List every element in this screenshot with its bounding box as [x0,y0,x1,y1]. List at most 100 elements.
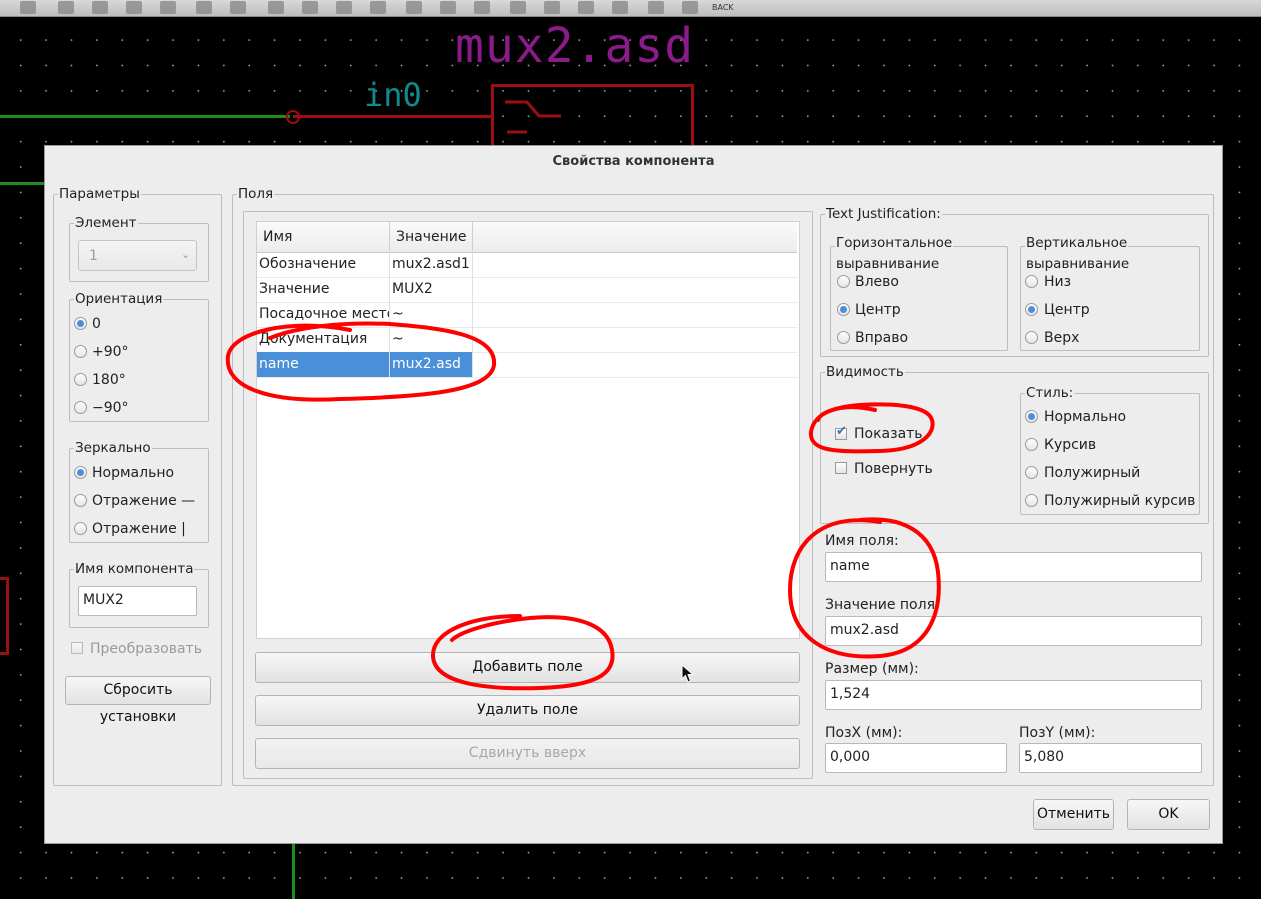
rotate-checkbox[interactable] [835,462,847,474]
orientation-90-label: +90° [92,344,129,360]
redo-icon[interactable] [160,1,176,14]
field-name-cell: Документация [257,327,390,352]
style-bold-italic-radio[interactable] [1025,494,1038,507]
halign-right-label: Вправо [855,330,909,346]
valign-top-label: Верх [1044,330,1080,346]
fields-group-title: Поля [237,186,275,202]
open-icon[interactable] [92,1,108,14]
style-bold-radio[interactable] [1025,466,1038,479]
chevron-down-icon: ⌄ [181,248,191,261]
table-row[interactable]: Обозначение mux2.asd1 [257,252,797,278]
style-group: Стиль: Нормально Курсив Полужирный Полуж… [1020,385,1200,515]
orientation-minus90-radio[interactable] [74,401,87,414]
size-input[interactable]: 1,524 [825,680,1202,710]
style-bold-italic-label: Полужирный курсив [1044,493,1196,509]
posy-input[interactable]: 5,080 [1019,743,1202,773]
mirror-horizontal-radio[interactable] [74,494,87,507]
table-row[interactable]: Документация ~ [257,327,797,353]
mirror-horizontal-label: Отражение — [92,493,196,509]
column-header-value[interactable]: Значение [390,222,473,252]
style-italic-radio[interactable] [1025,438,1038,451]
visibility-group-title: Видимость [825,364,905,380]
table-row-selected[interactable]: name mux2.asd [257,352,797,378]
undo-icon[interactable] [20,1,36,14]
valign-bottom-radio[interactable] [1025,275,1038,288]
halign-right-radio[interactable] [837,331,850,344]
orientation-0-label: 0 [92,316,101,332]
print-icon[interactable] [196,1,212,14]
field-value-cell: ~ [390,302,473,327]
mirror-normal-radio[interactable] [74,466,87,479]
pcb-icon[interactable] [544,1,560,14]
field-value-cell: mux2.asd1 [390,252,473,277]
partial-component[interactable] [0,577,9,655]
valign-center-label: Центр [1044,302,1090,318]
halign-center-radio[interactable] [837,303,850,316]
annotate-icon[interactable] [406,1,422,14]
back-label[interactable]: BACK [712,3,734,12]
zoom-in-icon[interactable] [268,1,284,14]
erc-icon[interactable] [440,1,456,14]
main-toolbar: BACK [0,0,1261,17]
field-value-input[interactable]: mux2.asd [825,616,1202,646]
new-icon[interactable] [58,1,74,14]
move-up-button[interactable]: Сдвинуть вверх [255,738,800,769]
field-name-cell: Обозначение [257,252,390,277]
orientation-group: Ориентация 0 +90° 180° −90° [69,291,209,422]
pin-line [293,115,493,118]
field-name-input[interactable]: name [825,552,1202,582]
column-header-name[interactable]: Имя [257,222,390,252]
add-field-button[interactable]: Добавить поле [255,652,800,683]
cvpcb-icon[interactable] [510,1,526,14]
posx-input[interactable]: 0,000 [825,743,1007,773]
orientation-90-radio[interactable] [74,345,87,358]
wire[interactable] [0,182,44,185]
style-normal-label: Нормально [1044,409,1127,425]
valign-center-radio[interactable] [1025,303,1038,316]
show-checkbox[interactable] [835,424,847,440]
component-body-right [691,84,694,146]
mirror-vertical-label: Отражение | [92,521,186,537]
fields-table[interactable]: Имя Значение Обозначение mux2.asd1 Значе… [256,221,800,639]
library-icon[interactable] [612,1,628,14]
ok-button[interactable]: OK [1127,799,1210,830]
pin-label[interactable]: in0 [364,76,422,114]
unit-select[interactable]: 1 ⌄ [78,240,197,271]
edit-field-icon[interactable] [682,1,698,14]
justification-group-title: Text Justification: [825,206,942,222]
delete-field-button[interactable]: Удалить поле [255,695,800,726]
zoom-out-icon[interactable] [302,1,318,14]
component-body[interactable] [491,84,494,146]
mirror-group-title: Зеркально [74,440,152,456]
table-row[interactable]: Посадочное место ~ [257,302,797,328]
wire[interactable] [0,115,290,118]
orientation-minus90-label: −90° [92,400,129,416]
netlist-icon[interactable] [370,1,386,14]
reset-button[interactable]: Сбросить установки [65,676,211,725]
orientation-180-radio[interactable] [74,373,87,386]
component-title[interactable]: mux2.asd [455,18,694,74]
module-icon[interactable] [648,1,664,14]
style-normal-radio[interactable] [1025,410,1038,423]
bom-icon[interactable] [474,1,490,14]
mirror-vertical-radio[interactable] [74,522,87,535]
style-bold-label: Полужирный [1044,465,1141,481]
save-icon[interactable] [126,1,142,14]
orientation-0-radio[interactable] [74,317,87,330]
component-name-input[interactable]: MUX2 [78,586,197,616]
wire[interactable] [292,842,295,899]
valign-top-radio[interactable] [1025,331,1038,344]
convert-label: Преобразовать [90,641,202,657]
convert-checkbox[interactable] [71,642,83,654]
component-body-top [491,84,694,87]
posx-label: ПозX (мм): [825,725,903,741]
cancel-button[interactable]: Отменить [1033,799,1114,830]
halign-left-radio[interactable] [837,275,850,288]
settings-icon[interactable] [578,1,594,14]
edit-icon[interactable] [230,1,246,14]
table-row[interactable]: Значение MUX2 [257,277,797,303]
zoom-fit-icon[interactable] [336,1,352,14]
unit-select-value: 1 [89,248,98,264]
style-italic-label: Курсив [1044,437,1097,453]
unit-group: Элемент 1 ⌄ [69,215,209,282]
